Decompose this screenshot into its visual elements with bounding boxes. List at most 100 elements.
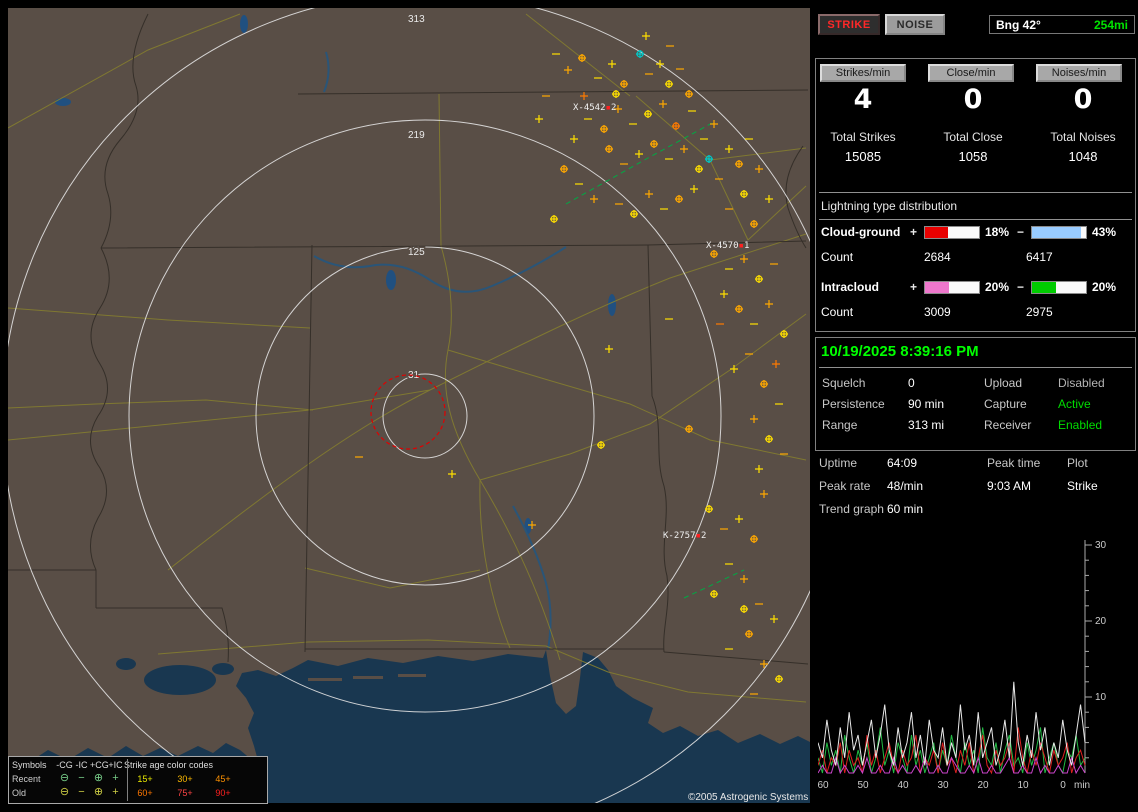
ic-minus-bar-fill xyxy=(1032,282,1056,293)
peak-rate-value: 48/min xyxy=(887,479,987,493)
strikes-per-min-button[interactable]: Strikes/min xyxy=(820,64,906,82)
range-value: 313 mi xyxy=(908,418,984,432)
legend-symbol-glyph: ⊖ xyxy=(56,786,73,800)
capture-label: Capture xyxy=(984,397,1058,411)
peak-time-label: Peak time xyxy=(987,456,1067,470)
trend-x-label: 20 xyxy=(977,780,989,791)
legend-row-label: Old xyxy=(12,786,56,800)
legend-symbol-glyph: ⊖ xyxy=(56,772,73,786)
legend-age-code: 45+ xyxy=(204,772,242,786)
persistence-label: Persistence xyxy=(822,397,908,411)
lake xyxy=(608,294,616,316)
trend-x-unit: min xyxy=(1074,780,1090,791)
barrier-island xyxy=(308,678,342,681)
intracloud-count-row: Count 3009 2975 xyxy=(821,305,1133,319)
trend-series-white xyxy=(818,682,1085,766)
intracloud-row: Intracloud + 20% − 20% xyxy=(821,280,1133,294)
legend-symbols-title: Symbols xyxy=(12,758,56,772)
squelch-label: Squelch xyxy=(822,376,908,390)
trend-y-label: 30 xyxy=(1095,540,1107,551)
lake xyxy=(212,663,234,675)
intracloud-label: Intracloud xyxy=(821,280,910,294)
receiver-value: Enabled xyxy=(1058,418,1133,432)
trend-x-label: 10 xyxy=(1017,780,1029,791)
legend-symbol-glyph: + xyxy=(107,786,124,800)
uptime-label: Uptime xyxy=(819,456,887,470)
ring-label: 219 xyxy=(408,130,425,141)
plot-value: Strike xyxy=(1067,479,1134,493)
minus-sign: − xyxy=(1017,225,1031,239)
legend-grid: Symbols-CG-IC+CG+ICStrike age color code… xyxy=(9,757,267,801)
legend-row-label: Recent xyxy=(12,772,56,786)
legend-column-header: +IC xyxy=(107,758,124,772)
ic-minus-pct: 20% xyxy=(1092,280,1124,294)
cg-minus-bar xyxy=(1031,226,1087,239)
separator xyxy=(819,219,1132,220)
cg-minus-bar-fill xyxy=(1032,227,1081,238)
strike-view-button[interactable]: STRIKE xyxy=(818,14,880,35)
trend-graph: 1020306050403020100min xyxy=(818,538,1135,798)
trend-graph-value: 60 min xyxy=(887,502,987,516)
datetime-display: 10/19/2025 8:39:16 PM xyxy=(821,343,979,360)
noises-per-min-value: 0 xyxy=(1036,84,1130,115)
barrier-island xyxy=(353,676,383,679)
close-per-min-value: 0 xyxy=(926,84,1020,115)
ic-plus-bar xyxy=(924,281,980,294)
legend-age-code: 60+ xyxy=(124,786,166,800)
cg-plus-bar xyxy=(924,226,980,239)
cloud-ground-row: Cloud-ground + 18% − 43% xyxy=(821,225,1133,239)
legend-age-code: 75+ xyxy=(166,786,204,800)
ic-plus-pct: 20% xyxy=(985,280,1017,294)
plus-sign: + xyxy=(910,225,924,239)
lightning-map[interactable]: 31321912531 X-4542▪2X-4570▪1K-2757▪2 xyxy=(8,8,810,803)
total-noises-value: 1048 xyxy=(1036,149,1130,164)
legend-age-code: 15+ xyxy=(124,772,166,786)
trend-graph-label: Trend graph xyxy=(819,502,887,516)
range-label: Range xyxy=(822,418,908,432)
legend-divider xyxy=(127,759,128,801)
count-label: Count xyxy=(821,305,924,319)
lake-pontchartrain xyxy=(144,665,216,695)
lake xyxy=(240,15,248,33)
legend-column-header: +CG xyxy=(90,758,107,772)
session-grid: Uptime 64:09 Peak time Plot Peak rate 48… xyxy=(819,456,1134,516)
legend-symbol-glyph: ⊕ xyxy=(90,786,107,800)
statistics-box: Strikes/min Close/min Noises/min 4 0 0 T… xyxy=(815,58,1136,332)
ic-minus-bar xyxy=(1031,281,1087,294)
close-per-min-button[interactable]: Close/min xyxy=(928,64,1014,82)
total-strikes-label: Total Strikes xyxy=(816,130,910,144)
legend-symbol-glyph: − xyxy=(73,786,90,800)
bearing-panel: Bng 42° 254mi xyxy=(989,15,1135,34)
lake xyxy=(116,658,136,670)
trend-x-label: 0 xyxy=(1060,780,1066,791)
settings-grid: Squelch 0 Upload Disabled Persistence 90… xyxy=(822,376,1133,432)
ring-label: 125 xyxy=(408,247,425,258)
lake xyxy=(55,98,71,106)
view-toolbar: STRIKE NOISE Bng 42° 254mi xyxy=(815,14,1138,36)
cg-minus-pct: 43% xyxy=(1092,225,1124,239)
cg-plus-bar-fill xyxy=(925,227,948,238)
trend-x-label: 50 xyxy=(857,780,869,791)
minus-sign: − xyxy=(1017,280,1031,294)
distance-value: 254mi xyxy=(1094,18,1128,32)
separator xyxy=(819,192,1132,193)
legend-symbol-glyph: ⊕ xyxy=(90,772,107,786)
strikes-per-min-value: 4 xyxy=(816,84,910,115)
noise-view-button[interactable]: NOISE xyxy=(885,14,945,35)
total-close-label: Total Close xyxy=(926,130,1020,144)
storm-cell-label: X-4542▪2 xyxy=(573,103,616,113)
plot-label: Plot xyxy=(1067,456,1134,470)
sidebar: STRIKE NOISE Bng 42° 254mi Strikes/min C… xyxy=(815,0,1138,812)
persistence-value: 90 min xyxy=(908,397,984,411)
squelch-value: 0 xyxy=(908,376,984,390)
map-panel[interactable]: 31321912531 X-4542▪2X-4570▪1K-2757▪2 Sym… xyxy=(8,8,810,803)
total-strikes-value: 15085 xyxy=(816,149,910,164)
peak-rate-label: Peak rate xyxy=(819,479,887,493)
legend-age-code: 90+ xyxy=(204,786,242,800)
storm-cell-label: K-2757▪2 xyxy=(663,531,706,541)
noises-per-min-button[interactable]: Noises/min xyxy=(1036,64,1122,82)
lake xyxy=(386,270,396,290)
cg-plus-pct: 18% xyxy=(985,225,1017,239)
ic-plus-count: 3009 xyxy=(924,305,1026,319)
legend-column-header: -CG xyxy=(56,758,73,772)
